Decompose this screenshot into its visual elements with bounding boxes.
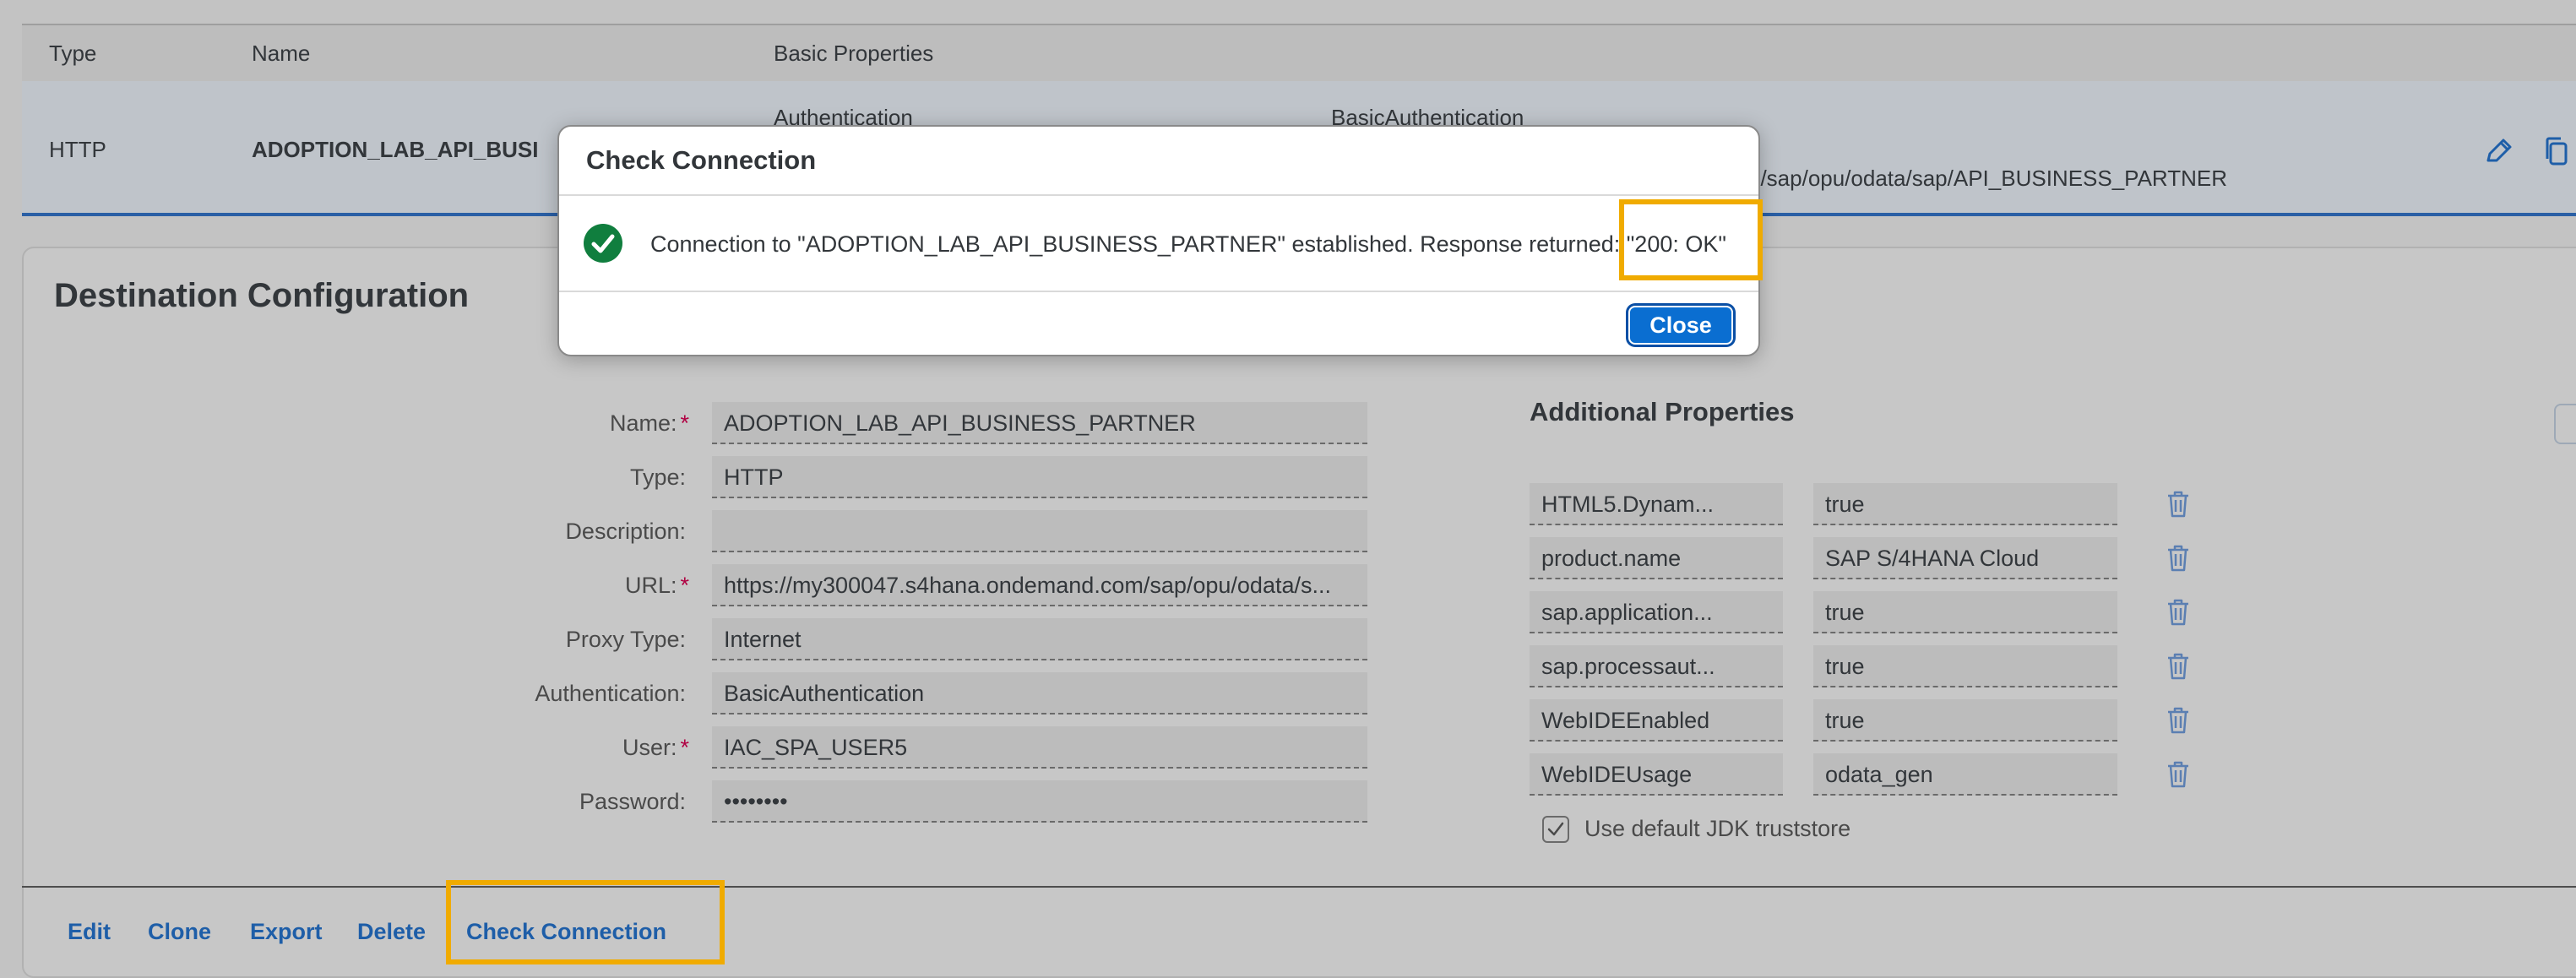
authentication-field[interactable]: BasicAuthentication — [712, 672, 1367, 714]
additional-properties-title: Additional Properties — [1530, 397, 1795, 427]
column-header-basic-properties: Basic Properties — [774, 41, 934, 66]
response-highlight — [1619, 199, 1763, 280]
table-header-row — [22, 25, 2576, 81]
copy-icon[interactable] — [2541, 135, 2573, 167]
password-label: Password: — [579, 789, 686, 814]
page-title: Destination Configuration — [54, 277, 470, 314]
edit-button[interactable]: Edit — [68, 919, 111, 945]
dialog-header-divider — [559, 194, 1758, 196]
truststore-label: Use default JDK truststore — [1584, 816, 1851, 841]
required-indicator: * — [680, 735, 689, 760]
property-key-field[interactable]: WebIDEUsage — [1530, 753, 1783, 796]
property-key-field[interactable]: sap.application... — [1530, 591, 1783, 633]
export-button[interactable]: Export — [250, 919, 323, 945]
url-field[interactable]: https://my300047.s4hana.ondemand.com/sap… — [712, 564, 1367, 606]
description-field[interactable] — [712, 510, 1367, 552]
trash-icon[interactable] — [2166, 598, 2191, 627]
footer-divider — [22, 886, 2576, 888]
description-label: Description: — [565, 519, 686, 544]
property-value-field[interactable]: true — [1813, 699, 2117, 742]
close-button[interactable]: Close — [1628, 306, 1733, 345]
dialog-footer-divider — [559, 291, 1758, 292]
property-key-field[interactable]: WebIDEEnabled — [1530, 699, 1783, 742]
property-key-field[interactable]: HTML5.Dynam... — [1530, 483, 1783, 525]
password-field[interactable]: •••••••• — [712, 780, 1367, 823]
user-label: User: * — [622, 735, 689, 760]
trash-icon[interactable] — [2166, 490, 2191, 519]
column-header-type: Type — [49, 41, 97, 66]
required-indicator: * — [680, 410, 689, 436]
clone-button[interactable]: Clone — [148, 919, 211, 945]
add-property-button[interactable] — [2554, 404, 2576, 444]
delete-button[interactable]: Delete — [357, 919, 426, 945]
check-connection-dialog: Check Connection Connection to "ADOPTION… — [557, 125, 1760, 356]
pencil-icon[interactable] — [2483, 135, 2515, 167]
property-key-field[interactable]: product.name — [1530, 537, 1783, 579]
property-value-field[interactable]: true — [1813, 591, 2117, 633]
trash-icon[interactable] — [2166, 760, 2191, 789]
proxy-type-field[interactable]: Internet — [712, 618, 1367, 660]
row-type: HTTP — [49, 137, 106, 162]
truststore-checkbox[interactable] — [1542, 816, 1569, 843]
name-field[interactable]: ADOPTION_LAB_API_BUSINESS_PARTNER — [712, 402, 1367, 444]
property-value-field[interactable]: true — [1813, 483, 2117, 525]
url-label: URL: * — [624, 573, 689, 598]
required-indicator: * — [680, 573, 689, 598]
row-name: ADOPTION_LAB_API_BUSI — [252, 137, 539, 162]
trash-icon[interactable] — [2166, 706, 2191, 735]
name-label: Name: * — [609, 410, 689, 436]
property-value-field[interactable]: SAP S/4HANA Cloud — [1813, 537, 2117, 579]
property-value-field[interactable]: true — [1813, 645, 2117, 687]
type-field[interactable]: HTTP — [712, 456, 1367, 498]
property-value-field[interactable]: odata_gen — [1813, 753, 2117, 796]
dialog-message: Connection to "ADOPTION_LAB_API_BUSINESS… — [650, 231, 1726, 257]
proxy-type-label: Proxy Type: — [565, 627, 686, 652]
property-key-field[interactable]: sap.processaut... — [1530, 645, 1783, 687]
user-field[interactable]: IAC_SPA_USER5 — [712, 726, 1367, 769]
authentication-label: Authentication: — [535, 681, 686, 706]
dialog-title: Check Connection — [586, 145, 817, 175]
checkbox-checked-icon — [1547, 822, 1564, 836]
check-circle-icon — [583, 223, 623, 264]
trash-icon[interactable] — [2166, 544, 2191, 573]
trash-icon[interactable] — [2166, 652, 2191, 681]
type-label: Type: — [629, 465, 686, 490]
check-connection-highlight — [446, 880, 725, 964]
column-header-name: Name — [252, 41, 311, 66]
row-url-fragment: n/sap/opu/odata/sap/API_BUSINESS_PARTNER — [1748, 166, 2228, 191]
